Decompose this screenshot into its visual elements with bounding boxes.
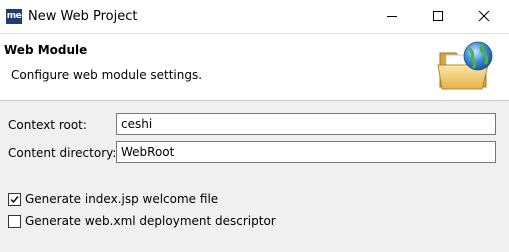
close-button[interactable] xyxy=(461,0,507,32)
title-bar: me New Web Project xyxy=(0,0,509,34)
content-directory-input[interactable]: WebRoot xyxy=(116,141,496,163)
generate-index-jsp-option[interactable]: Generate index.jsp welcome file xyxy=(8,192,268,208)
generate-index-jsp-checkbox[interactable] xyxy=(8,193,21,206)
maximize-button[interactable] xyxy=(415,0,461,32)
app-logo-icon: me xyxy=(6,9,22,24)
content-directory-label: Content directory: xyxy=(8,146,117,160)
wizard-header: Web Module Configure web module settings… xyxy=(0,34,509,101)
generate-web-xml-label: Generate web.xml deployment descriptor xyxy=(25,214,276,228)
minimize-button[interactable] xyxy=(369,0,415,32)
generate-index-jsp-label: Generate index.jsp welcome file xyxy=(25,192,219,206)
page-title: Web Module xyxy=(4,43,88,57)
checkmark-icon xyxy=(10,196,19,204)
page-description: Configure web module settings. xyxy=(11,68,203,82)
context-root-input[interactable]: ceshi xyxy=(116,113,496,135)
folder-globe-icon xyxy=(437,41,493,90)
maximize-icon xyxy=(433,11,443,21)
window-title: New Web Project xyxy=(28,9,138,24)
context-root-label: Context root: xyxy=(8,118,87,132)
generate-web-xml-checkbox[interactable] xyxy=(8,215,21,228)
close-icon xyxy=(478,10,490,22)
generate-web-xml-option[interactable]: Generate web.xml deployment descriptor xyxy=(8,214,308,230)
minimize-icon xyxy=(387,16,397,17)
